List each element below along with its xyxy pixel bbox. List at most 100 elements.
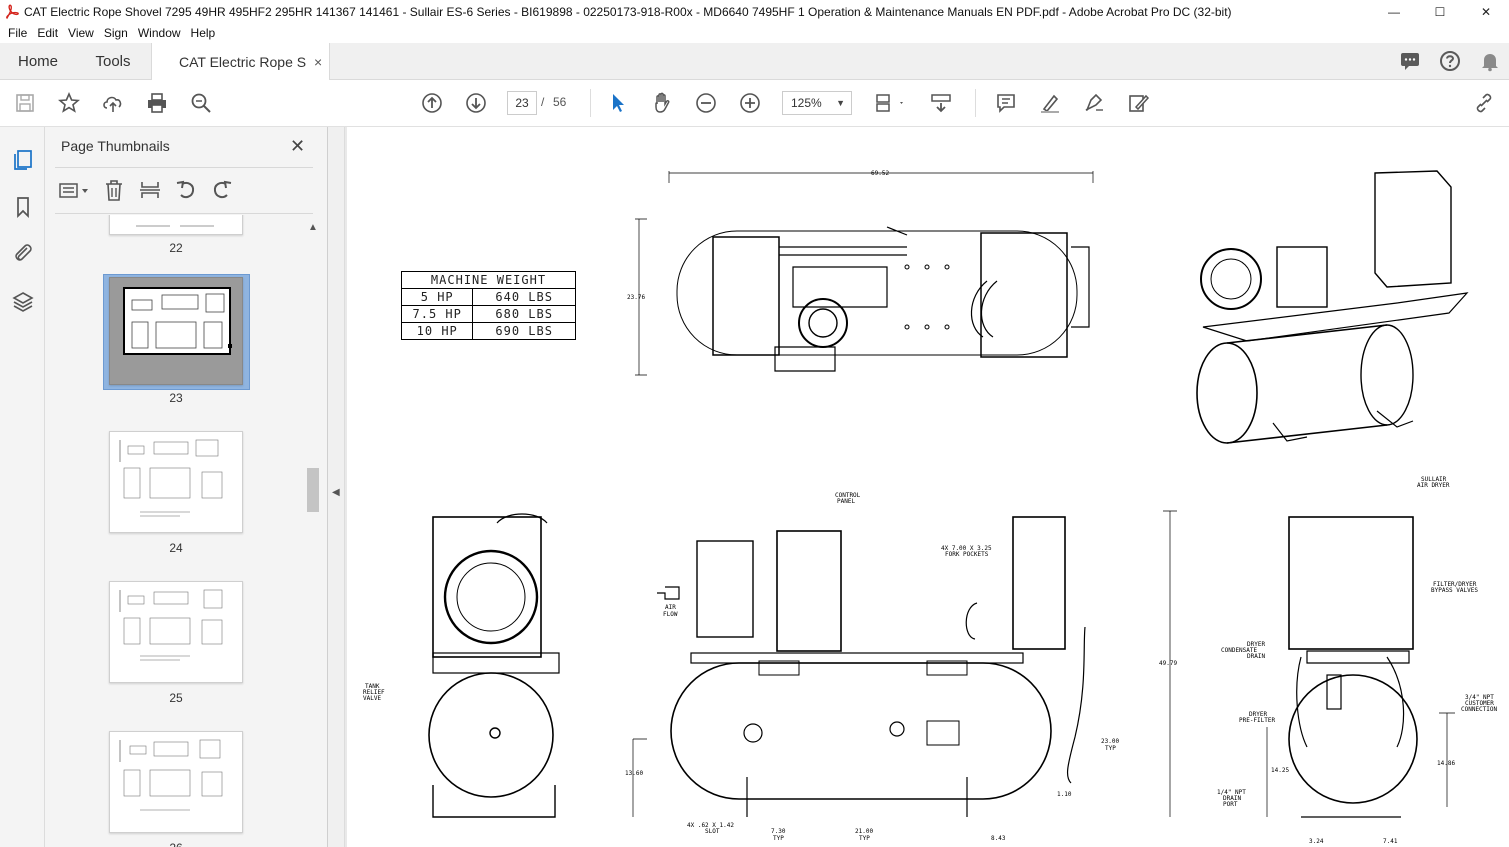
callout-npt-connection-3: CONNECTION (1461, 706, 1498, 713)
thumbnail-label: 22 (169, 241, 183, 255)
layers-icon[interactable] (11, 290, 35, 314)
menu-view[interactable]: View (63, 26, 99, 40)
select-arrow-icon[interactable] (606, 91, 630, 115)
callout-sullair-dryer-2: AIR DRYER (1417, 482, 1450, 489)
close-window-button[interactable]: ✕ (1463, 0, 1509, 23)
rotate-right-icon[interactable] (209, 179, 235, 201)
table-row: 7.5 HP 680 LBS (400, 305, 576, 323)
close-icon[interactable]: ✕ (290, 136, 305, 157)
minimize-button[interactable]: — (1371, 0, 1417, 23)
toolbar-divider (975, 89, 976, 117)
scrollbar-thumb[interactable] (307, 468, 319, 512)
toolbar-divider (590, 89, 591, 117)
scroll-up-icon[interactable]: ▲ (308, 222, 318, 233)
weight-lbs-cell: 690 LBS (472, 322, 576, 340)
save-icon[interactable] (13, 91, 37, 115)
tab-document-label: CAT Electric Rope S... (179, 54, 307, 70)
window-title: CAT Electric Rope Shovel 7295 49HR 495HF… (24, 4, 1232, 19)
thumbnail-page-26[interactable] (109, 731, 243, 833)
prev-page-icon[interactable] (420, 91, 444, 115)
technical-drawing: 69.52 23.76 49.79 13.60 23.00 TYP 1.10 4… (363, 170, 1498, 845)
insert-page-icon[interactable] (137, 179, 163, 201)
menu-edit[interactable]: Edit (32, 26, 63, 40)
menu-window[interactable]: Window (133, 26, 186, 40)
bookmarks-icon[interactable] (11, 195, 35, 219)
next-page-icon[interactable] (464, 91, 488, 115)
dim-1425: 14.25 (1271, 767, 1289, 774)
scroll-mode-icon[interactable] (929, 91, 953, 115)
table-row: 5 HP 640 LBS (400, 288, 576, 306)
dim-top-height: 23.76 (627, 294, 645, 301)
dim-tank-height: 13.60 (625, 770, 643, 777)
dim-730-typ: TYP (773, 835, 784, 842)
tab-tools[interactable]: Tools (76, 43, 150, 80)
thumbnail-label: 23 (169, 391, 183, 405)
callout-prefilter-2: PRE-FILTER (1239, 717, 1276, 724)
callout-air-flow: AIR (665, 604, 676, 611)
upload-icon[interactable] (101, 91, 125, 115)
delete-page-icon[interactable] (101, 179, 127, 201)
rotate-left-icon[interactable] (173, 179, 199, 201)
menu-bar: File Edit View Sign Window Help (0, 23, 1509, 43)
tab-document[interactable]: CAT Electric Rope S... × (151, 43, 330, 81)
notification-bell-icon[interactable] (1479, 50, 1501, 72)
bookmark-star-icon[interactable] (57, 91, 81, 115)
chevron-down-icon: ▼ (836, 98, 845, 108)
zoom-search-icon[interactable] (189, 91, 213, 115)
panel-title: Page Thumbnails (61, 138, 170, 154)
thumbnail-page-22[interactable] (109, 215, 243, 235)
highlight-icon[interactable] (1038, 91, 1062, 115)
dim-slot-suffix: SLOT (705, 828, 720, 835)
zoom-level-value: 125% (791, 96, 822, 110)
print-icon[interactable] (145, 91, 169, 115)
thumbnail-page-24[interactable] (109, 431, 243, 533)
pdf-page: 69.52 23.76 49.79 13.60 23.00 TYP 1.10 4… (347, 127, 1509, 847)
title-bar: CAT Electric Rope Shovel 7295 49HR 495HF… (0, 0, 1509, 23)
zoom-level-select[interactable]: 125% ▼ (782, 91, 852, 115)
dim-bottom-2: 7.41 (1383, 838, 1398, 845)
thumbnail-label: 25 (169, 691, 183, 705)
dim-730: 7.30 (771, 828, 786, 835)
total-pages: 56 (553, 95, 567, 109)
thumbnail-options-icon[interactable] (57, 179, 91, 201)
callout-bypass-valves-2: BYPASS VALVES (1431, 587, 1478, 594)
page-thumbnails-icon[interactable] (11, 148, 35, 172)
thumbnail-label: 24 (169, 541, 183, 555)
zoom-out-icon[interactable] (694, 91, 718, 115)
thumbnail-scrollbar[interactable] (306, 218, 320, 847)
weight-hp-cell: 10 HP (400, 322, 474, 340)
maximize-button[interactable]: ☐ (1417, 0, 1463, 23)
tab-close-icon[interactable]: × (314, 54, 322, 70)
dim-2100-typ: TYP (859, 835, 870, 842)
page-number-input[interactable]: 23 (507, 91, 537, 115)
help-icon[interactable] (1439, 50, 1461, 72)
dim-bottom-1: 3.24 (1309, 838, 1324, 845)
hand-icon[interactable] (650, 91, 674, 115)
menu-sign[interactable]: Sign (99, 26, 133, 40)
dim-typ-height-suffix: TYP (1105, 745, 1116, 752)
panel-divider (55, 213, 313, 214)
thumbnail-tools (57, 177, 235, 203)
thumbnail-page-23[interactable] (109, 277, 243, 385)
attachment-icon[interactable] (11, 241, 35, 265)
comment-icon[interactable] (994, 91, 1018, 115)
menu-file[interactable]: File (3, 26, 32, 40)
weight-hp-cell: 5 HP (400, 288, 474, 306)
tab-home[interactable]: Home (0, 43, 76, 80)
comment-bubble-icon[interactable] (1399, 50, 1421, 72)
dim-typ-height: 23.00 (1101, 738, 1119, 745)
share-link-icon[interactable] (1472, 91, 1496, 115)
callout-drain-port-3: PORT (1223, 801, 1238, 808)
weight-lbs-cell: 640 LBS (472, 288, 576, 306)
edit-stamp-icon[interactable] (1126, 91, 1150, 115)
page-thumbnails-panel: Page Thumbnails ✕ 22 23 24 25 (45, 127, 328, 847)
dim-top-width: 69.52 (871, 170, 889, 177)
thumbnail-page-25[interactable] (109, 581, 243, 683)
menu-help[interactable]: Help (186, 26, 221, 40)
page-fit-icon[interactable] (873, 91, 907, 115)
collapse-panel-icon[interactable]: ◀ (332, 487, 340, 498)
sign-icon[interactable] (1082, 91, 1106, 115)
weight-hp-cell: 7.5 HP (400, 305, 474, 323)
left-navigation-rail (0, 127, 45, 847)
zoom-in-icon[interactable] (738, 91, 762, 115)
